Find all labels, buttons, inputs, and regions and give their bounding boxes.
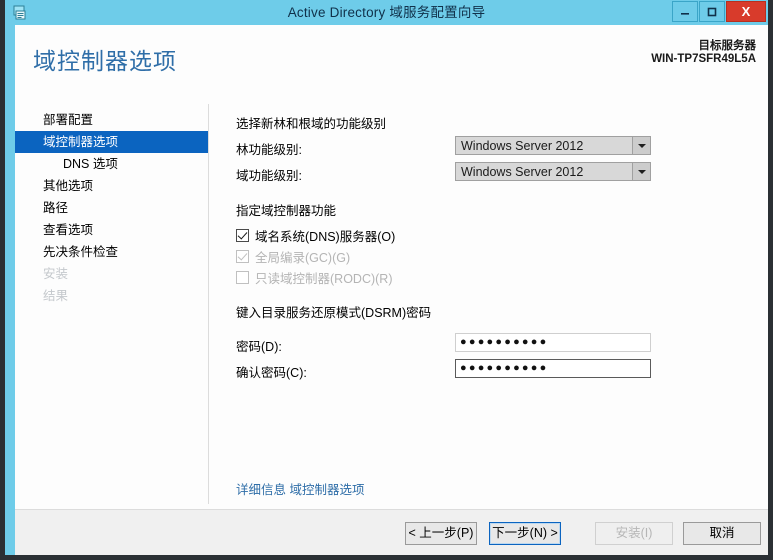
sidebar-item-prerequisites-check[interactable]: 先决条件检查 — [15, 241, 208, 263]
forest-functional-level-label: 林功能级别: — [236, 143, 302, 157]
sidebar-item-deployment-config[interactable]: 部署配置 — [15, 109, 208, 131]
cancel-button[interactable]: 取消 — [683, 522, 761, 545]
window-title: Active Directory 域服务配置向导 — [287, 5, 486, 20]
forest-functional-level-value: Windows Server 2012 — [461, 138, 584, 153]
title-bar[interactable]: Active Directory 域服务配置向导 X — [5, 0, 768, 25]
sidebar-item-results: 结果 — [43, 289, 69, 303]
window-controls: X — [672, 1, 768, 24]
forest-functional-level-select[interactable]: Windows Server 2012 — [455, 136, 651, 155]
dsrm-confirm-password-input[interactable]: ●●●●●●●●●● — [455, 359, 651, 378]
domain-functional-level-label: 域功能级别: — [236, 169, 302, 183]
target-server-label: 目标服务器 — [698, 40, 757, 52]
checkbox-dns-server[interactable]: 域名系统(DNS)服务器(O) — [236, 226, 395, 245]
wizard-footer: < 上一步(P) 下一步(N) > 安装(I) 取消 — [15, 509, 768, 555]
more-info-link[interactable]: 详细信息 域控制器选项 — [236, 479, 364, 498]
page-header: 域控制器选项 目标服务器 WIN-TP7SFR49L5A — [15, 25, 768, 99]
domain-functional-level-select[interactable]: Windows Server 2012 — [455, 162, 651, 181]
dsrm-password-input[interactable]: ●●●●●●●●●● — [455, 333, 651, 352]
checkbox-global-catalog: 全局编录(GC)(G) — [236, 247, 350, 266]
checkbox-dns-server-label: 域名系统(DNS)服务器(O) — [255, 230, 396, 244]
maximize-button[interactable] — [699, 1, 725, 22]
page-title: 域控制器选项 — [33, 48, 177, 74]
minimize-button[interactable] — [672, 1, 698, 22]
sidebar-item-domain-controller-options[interactable]: 域控制器选项 — [15, 131, 208, 153]
checkbox-unchecked-icon — [236, 271, 249, 284]
wizard-step-list: 部署配置 域控制器选项 DNS 选项 其他选项 路径 查看选项 先决条件检查 安… — [15, 99, 208, 509]
chevron-down-icon[interactable] — [632, 163, 650, 180]
checkbox-read-only-dc-label: 只读域控制器(RODC)(R) — [255, 272, 393, 286]
sidebar-item-review-options[interactable]: 查看选项 — [15, 219, 208, 241]
dsrm-confirm-password-label: 确认密码(C): — [236, 366, 307, 380]
capabilities-heading: 指定域控制器功能 — [236, 204, 337, 218]
sidebar-item-dns-options[interactable]: DNS 选项 — [15, 153, 208, 175]
wizard-window: Active Directory 域服务配置向导 X 域控制器选项 目标服务器 … — [0, 0, 773, 560]
wizard-body: 部署配置 域控制器选项 DNS 选项 其他选项 路径 查看选项 先决条件检查 安… — [15, 99, 768, 509]
domain-functional-level-value: Windows Server 2012 — [461, 164, 584, 179]
dsrm-heading: 键入目录服务还原模式(DSRM)密码 — [236, 306, 432, 320]
target-server-name: WIN-TP7SFR49L5A — [651, 53, 756, 65]
install-button: 安装(I) — [595, 522, 673, 545]
previous-button[interactable]: < 上一步(P) — [405, 522, 477, 545]
close-button[interactable]: X — [726, 1, 766, 22]
chevron-down-icon[interactable] — [632, 137, 650, 154]
functional-level-heading: 选择新林和根域的功能级别 — [236, 117, 387, 131]
sidebar-item-additional-options[interactable]: 其他选项 — [15, 175, 208, 197]
ad-server-icon — [10, 3, 30, 23]
next-button[interactable]: 下一步(N) > — [489, 522, 561, 545]
sidebar-item-installation: 安装 — [43, 267, 69, 281]
options-panel: 选择新林和根域的功能级别 林功能级别: Windows Server 2012 … — [209, 99, 768, 509]
checkbox-global-catalog-label: 全局编录(GC)(G) — [255, 251, 351, 265]
dsrm-password-label: 密码(D): — [236, 340, 282, 354]
checkbox-checked-icon — [236, 250, 249, 263]
checkbox-read-only-dc: 只读域控制器(RODC)(R) — [236, 268, 392, 287]
sidebar-item-paths[interactable]: 路径 — [15, 197, 208, 219]
checkbox-checked-icon — [236, 229, 249, 242]
left-accent-rail — [5, 25, 15, 555]
